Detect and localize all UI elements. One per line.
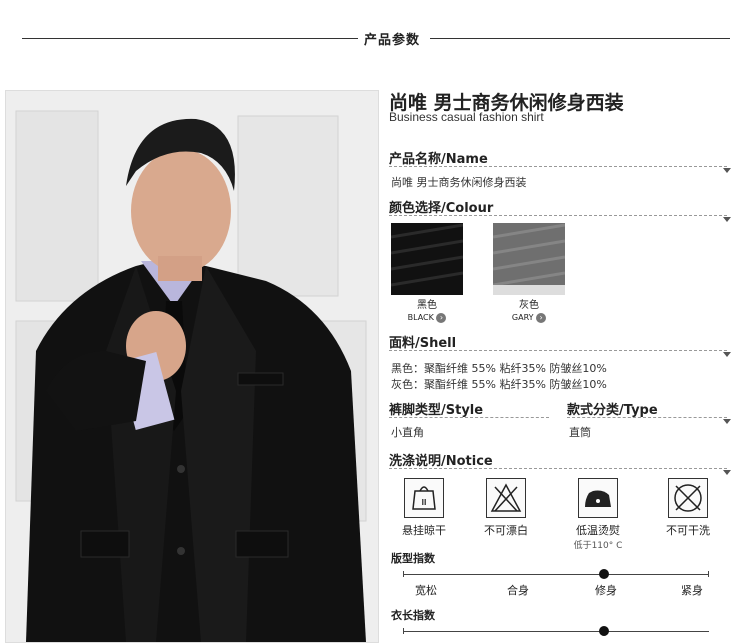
- triangle-icon: [723, 470, 731, 475]
- divider-left: [22, 38, 358, 39]
- care-label-hang-dry: 悬挂晾干: [402, 524, 446, 537]
- color-cn-gray: 灰色: [519, 300, 539, 311]
- style-section-header: 裤脚类型/Style: [389, 399, 549, 418]
- triangle-icon: [723, 419, 731, 424]
- triangle-icon: [723, 168, 731, 173]
- fit-option-regular: 合身: [507, 584, 529, 597]
- section-title: 产品参数: [364, 33, 421, 48]
- divider-right: [430, 38, 730, 39]
- color-swatch-gray[interactable]: [492, 223, 566, 295]
- color-en-black: BLACK: [407, 313, 434, 322]
- type-section-label: 款式分类/Type: [567, 403, 658, 418]
- name-section-label: 产品名称/Name: [389, 152, 488, 167]
- chevron-right-icon[interactable]: ›: [536, 312, 547, 323]
- shell-line-gray: 灰色：聚酯纤维 55% 粘纤35% 防皱丝10%: [391, 378, 607, 391]
- product-subtitle: Business casual fashion shirt: [389, 110, 544, 124]
- hang-dry-icon: Ⅲ: [404, 478, 444, 518]
- product-photo: [5, 90, 379, 643]
- color-swatch-black[interactable]: [390, 223, 464, 295]
- style-section-label: 裤脚类型/Style: [389, 403, 484, 418]
- length-tick: [403, 628, 404, 634]
- triangle-icon: [723, 217, 731, 222]
- shell-section-header: 面料/Shell: [389, 332, 731, 357]
- svg-text:Ⅲ: Ⅲ: [421, 498, 427, 507]
- notice-section-header: 洗涤说明/Notice: [389, 450, 731, 475]
- name-value: 尚唯 男士商务休闲修身西装: [391, 176, 527, 189]
- no-dry-clean-icon: [668, 478, 708, 518]
- chevron-right-icon[interactable]: ›: [436, 312, 447, 323]
- type-value: 直筒: [569, 426, 591, 439]
- colour-section-label: 颜色选择/Colour: [389, 201, 494, 216]
- care-item-low-iron: 低温烫熨 低于110° C: [563, 478, 633, 551]
- care-item-no-dry-clean: 不可干洗: [653, 478, 723, 538]
- fit-scale: [403, 569, 709, 579]
- shell-line-black: 黑色：聚酯纤维 55% 粘纤35% 防皱丝10%: [391, 362, 607, 375]
- fit-label: 版型指数: [391, 552, 435, 565]
- triangle-icon: [723, 352, 731, 357]
- shell-section-label: 面料/Shell: [389, 336, 457, 351]
- fit-option-tight: 紧身: [681, 584, 703, 597]
- care-label-no-dry-clean: 不可干洗: [666, 524, 710, 537]
- type-section-header: 款式分类/Type: [567, 399, 731, 424]
- notice-section-label: 洗涤说明/Notice: [389, 454, 493, 469]
- colour-section-header: 颜色选择/Colour: [389, 197, 731, 222]
- care-label-low-iron: 低温烫熨: [576, 524, 620, 537]
- no-bleach-icon: [486, 478, 526, 518]
- care-item-no-bleach: 不可漂白: [471, 478, 541, 538]
- section-header: 产品参数: [0, 24, 750, 52]
- care-item-hang-dry: Ⅲ 悬挂晾干: [389, 478, 459, 538]
- length-label: 衣长指数: [391, 609, 435, 622]
- fit-option-loose: 宽松: [415, 584, 437, 597]
- length-indicator: [599, 626, 609, 636]
- color-label-black: 黑色 BLACK ›: [397, 300, 457, 324]
- style-value: 小直角: [391, 426, 424, 439]
- care-label-no-bleach: 不可漂白: [484, 524, 528, 537]
- color-cn-black: 黑色: [417, 300, 437, 311]
- color-label-gray: 灰色 GARY ›: [499, 300, 559, 324]
- fit-tick: [403, 571, 404, 577]
- fit-indicator: [599, 569, 609, 579]
- fit-option-slim: 修身: [595, 584, 617, 597]
- care-note-low-iron: 低于110° C: [573, 541, 623, 551]
- low-iron-icon: [578, 478, 618, 518]
- name-section-header: 产品名称/Name: [389, 148, 731, 173]
- fit-tick: [708, 571, 709, 577]
- color-en-gray: GARY: [511, 313, 534, 322]
- length-scale: [403, 626, 709, 636]
